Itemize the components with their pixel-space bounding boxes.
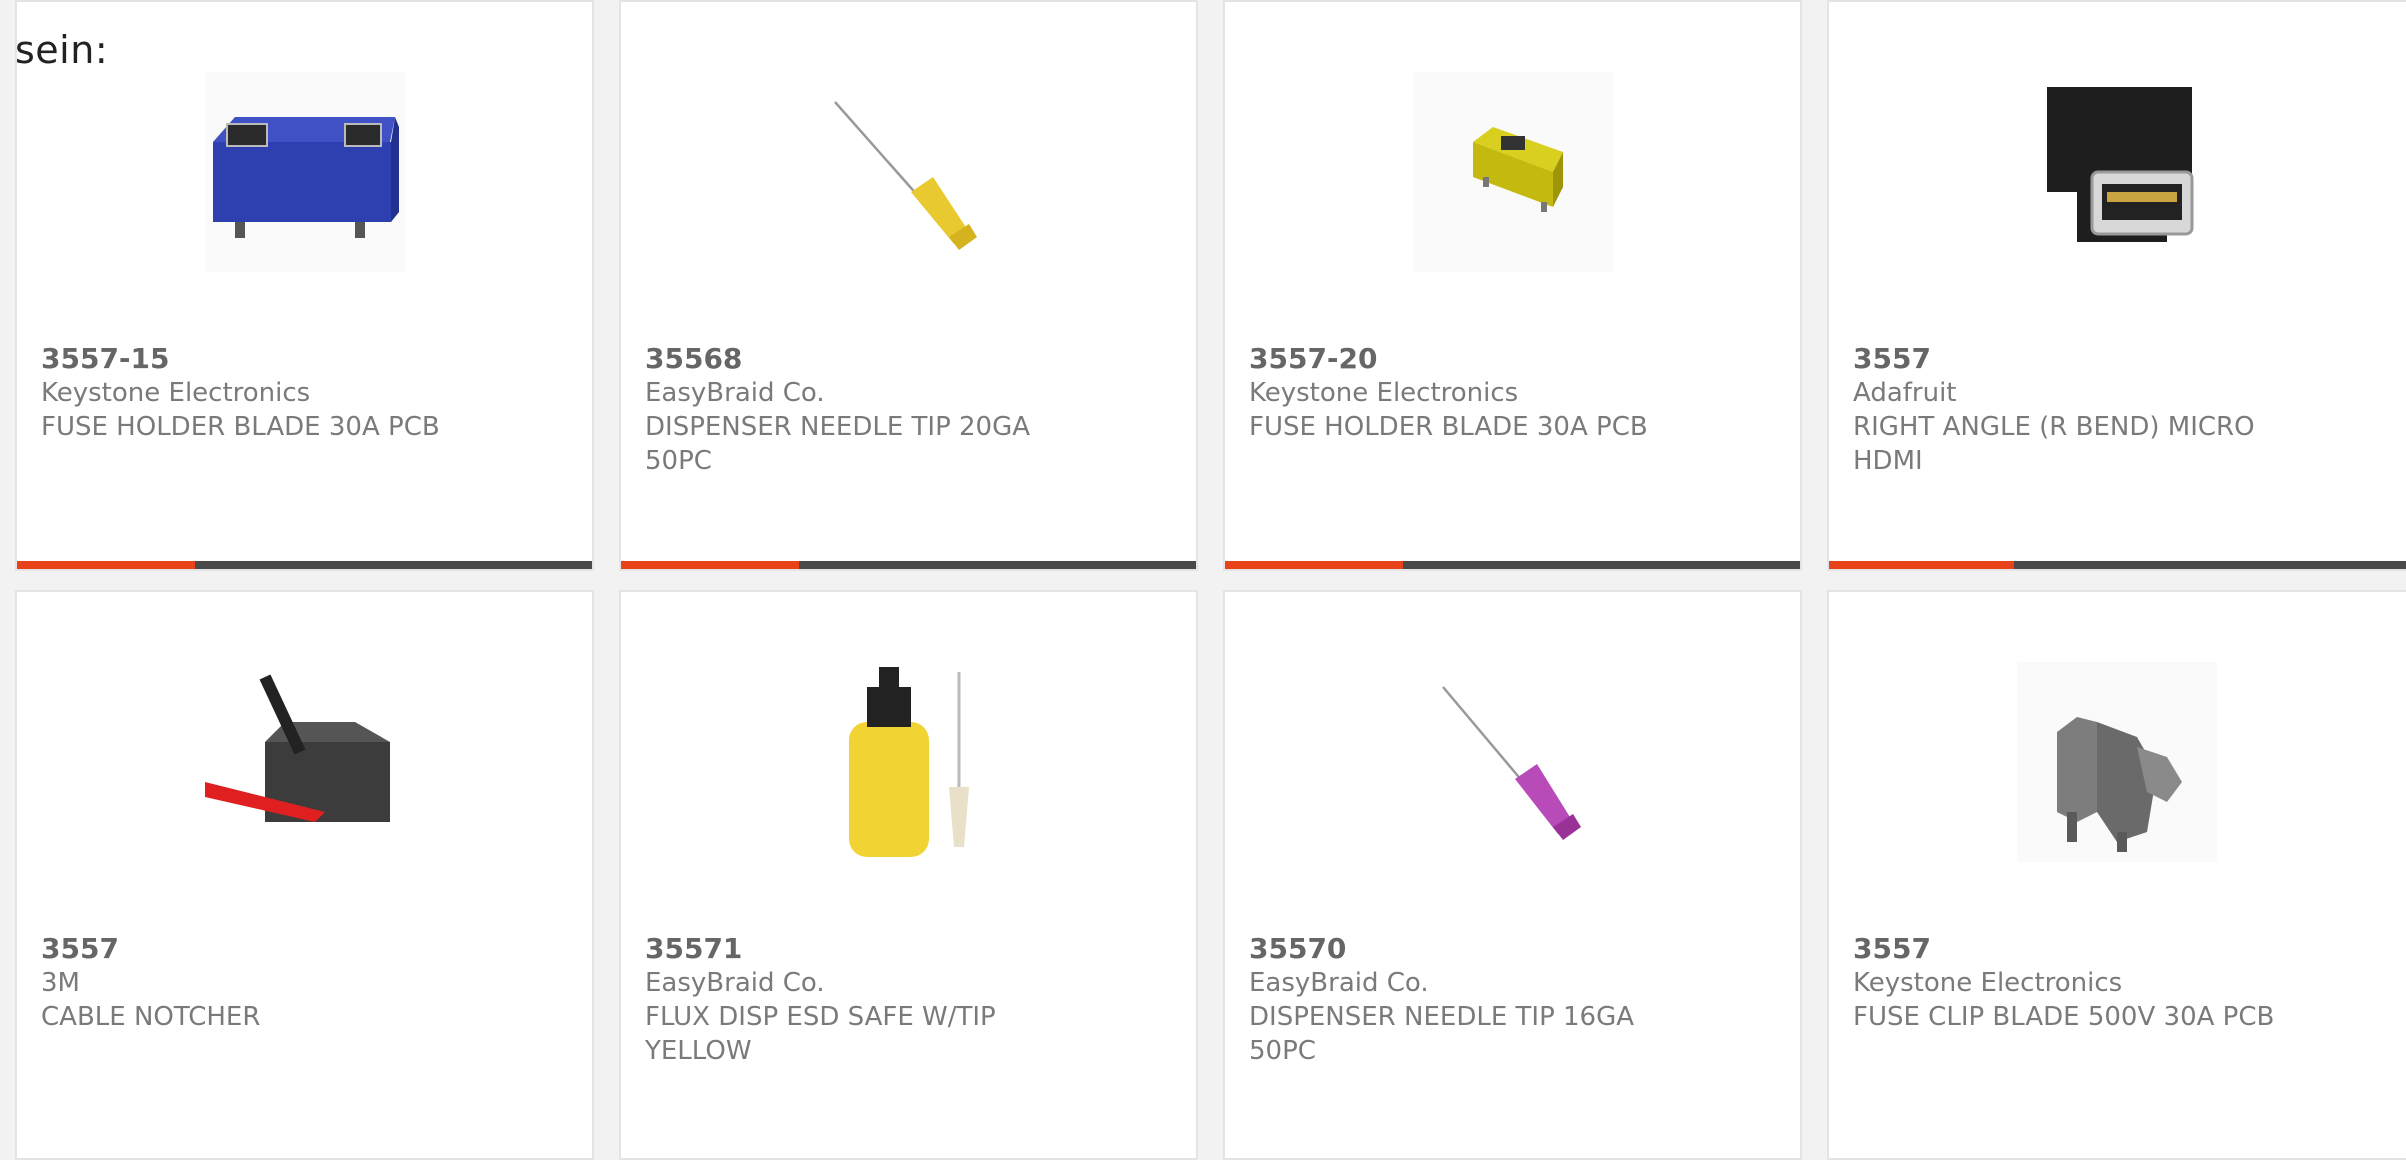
- manufacturer: Keystone Electronics: [1853, 968, 2123, 998]
- manufacturer: Keystone Electronics: [1249, 378, 1519, 408]
- description: FLUX DISP ESD SAFE W/TIP YELLOW: [645, 1002, 996, 1066]
- progress-bar: [1829, 561, 2406, 569]
- part-number[interactable]: 35568: [645, 342, 1046, 376]
- product-card[interactable]: 3557 Adafruit RIGHT ANGLE (R BEND) MICRO…: [1827, 0, 2406, 571]
- product-card[interactable]: 35568 EasyBraid Co. DISPENSER NEEDLE TIP…: [619, 0, 1198, 571]
- part-number[interactable]: 3557: [41, 932, 442, 966]
- manufacturer: Adafruit: [1853, 378, 1957, 408]
- description: CABLE NOTCHER: [41, 1002, 261, 1032]
- progress-fill: [1829, 561, 2014, 569]
- blue-fuse-holder-icon: [204, 72, 405, 272]
- manufacturer: 3M: [41, 968, 80, 998]
- progress-bar: [621, 561, 1196, 569]
- part-number[interactable]: 3557-15: [41, 342, 442, 376]
- yellow-needle-tip-icon: [808, 72, 1009, 272]
- product-card[interactable]: 35570 EasyBraid Co. DISPENSER NEEDLE TIP…: [1223, 590, 1802, 1160]
- part-number[interactable]: 3557: [1853, 932, 2275, 966]
- intro-text: sein:: [15, 28, 109, 72]
- cable-notcher-icon: [204, 662, 405, 862]
- part-number[interactable]: 35571: [645, 932, 1046, 966]
- product-card[interactable]: 3557 3M CABLE NOTCHER: [15, 590, 594, 1160]
- micro-hdmi-adapter-icon: [2017, 72, 2217, 272]
- description: FUSE CLIP BLADE 500V 30A PCB: [1853, 1002, 2275, 1032]
- part-number[interactable]: 35570: [1249, 932, 1650, 966]
- part-number[interactable]: 3557-20: [1249, 342, 1650, 376]
- manufacturer: EasyBraid Co.: [645, 378, 825, 408]
- part-number[interactable]: 3557: [1853, 342, 2275, 376]
- manufacturer: EasyBraid Co.: [1249, 968, 1429, 998]
- yellow-fuse-holder-icon: [1412, 72, 1613, 272]
- manufacturer: Keystone Electronics: [41, 378, 311, 408]
- description: DISPENSER NEEDLE TIP 16GA 50PC: [1249, 1002, 1635, 1066]
- flux-dispenser-bottle-icon: [808, 662, 1009, 862]
- progress-bar: [1225, 561, 1800, 569]
- description: DISPENSER NEEDLE TIP 20GA 50PC: [645, 412, 1031, 476]
- description: FUSE HOLDER BLADE 30A PCB: [41, 412, 440, 442]
- manufacturer: EasyBraid Co.: [645, 968, 825, 998]
- product-card[interactable]: 3557 Keystone Electronics FUSE CLIP BLAD…: [1827, 590, 2406, 1160]
- product-card[interactable]: 3557-15 Keystone Electronics FUSE HOLDER…: [15, 0, 594, 571]
- purple-needle-tip-icon: [1412, 662, 1613, 862]
- progress-bar: [17, 561, 592, 569]
- product-card[interactable]: 3557-20 Keystone Electronics FUSE HOLDER…: [1223, 0, 1802, 571]
- description: FUSE HOLDER BLADE 30A PCB: [1249, 412, 1648, 442]
- product-card[interactable]: 35571 EasyBraid Co. FLUX DISP ESD SAFE W…: [619, 590, 1198, 1160]
- progress-fill: [17, 561, 196, 569]
- progress-fill: [621, 561, 800, 569]
- description: RIGHT ANGLE (R BEND) MICRO HDMI: [1853, 412, 2255, 476]
- progress-fill: [1225, 561, 1404, 569]
- fuse-clip-icon: [2017, 662, 2217, 862]
